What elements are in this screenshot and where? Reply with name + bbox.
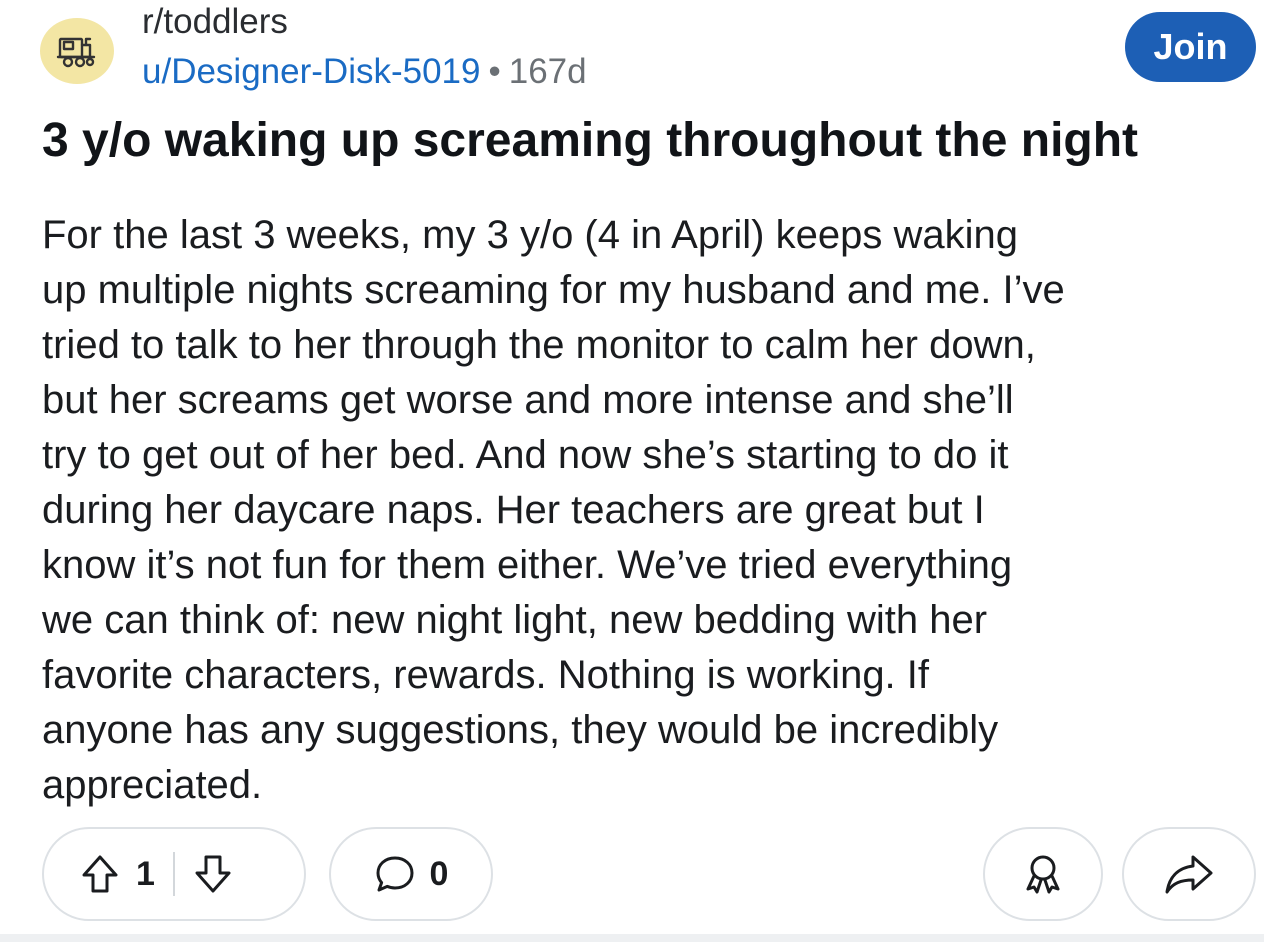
post-body-line: we can think of: new night light, new be…	[42, 598, 988, 642]
post-body: For the last 3 weeks, my 3 y/o (4 in Apr…	[42, 208, 1260, 813]
bottom-divider	[0, 934, 1264, 942]
upvote-button[interactable]	[78, 852, 122, 896]
post-body-line: appreciated.	[42, 763, 263, 807]
share-arrow-icon	[1165, 855, 1213, 894]
post-body-line: know it’s not fun for them either. We’ve…	[42, 543, 1013, 587]
upvote-arrow-icon	[82, 855, 118, 893]
train-icon	[56, 37, 96, 68]
share-button[interactable]	[1122, 827, 1256, 921]
post-meta: u/Designer-Disk-5019 • 167d	[142, 50, 587, 94]
post-body-line: tried to talk to her through the monitor…	[42, 323, 1036, 367]
post-body-line: up multiple nights screaming for my husb…	[42, 268, 1065, 312]
vote-divider	[172, 852, 175, 896]
post-title: 3 y/o waking up screaming throughout the…	[42, 114, 1139, 167]
post-body-line: but her screams get worse and more inten…	[42, 378, 1014, 422]
downvote-button[interactable]	[191, 852, 235, 896]
post-age: 167d	[508, 52, 587, 91]
post-body-line: favorite characters, rewards. Nothing is…	[42, 653, 930, 697]
post-body-line: try to get out of her bed. And now she’s…	[42, 433, 1009, 477]
vote-bar: 1	[42, 827, 306, 921]
subreddit-avatar[interactable]	[40, 18, 114, 84]
post-body-line: anyone has any suggestions, they would b…	[42, 708, 999, 752]
comments-button[interactable]: 0	[329, 827, 493, 921]
comment-count: 0	[429, 854, 449, 893]
award-button[interactable]	[983, 827, 1103, 921]
vote-count: 1	[136, 854, 155, 893]
award-icon	[1026, 855, 1060, 894]
post-body-line: during her daycare naps. Her teachers ar…	[42, 488, 985, 532]
meta-separator: •	[488, 52, 501, 91]
author-link[interactable]: u/Designer-Disk-5019	[142, 52, 480, 91]
post-page: r/toddlers u/Designer-Disk-5019 • 167d Joi…	[0, 0, 1264, 942]
downvote-arrow-icon	[195, 855, 231, 893]
join-button[interactable]: Join	[1125, 12, 1256, 82]
subreddit-name[interactable]: r/toddlers	[142, 0, 288, 44]
post-body-line: For the last 3 weeks, my 3 y/o (4 in Apr…	[42, 213, 1018, 257]
comment-bubble-icon	[376, 856, 414, 892]
